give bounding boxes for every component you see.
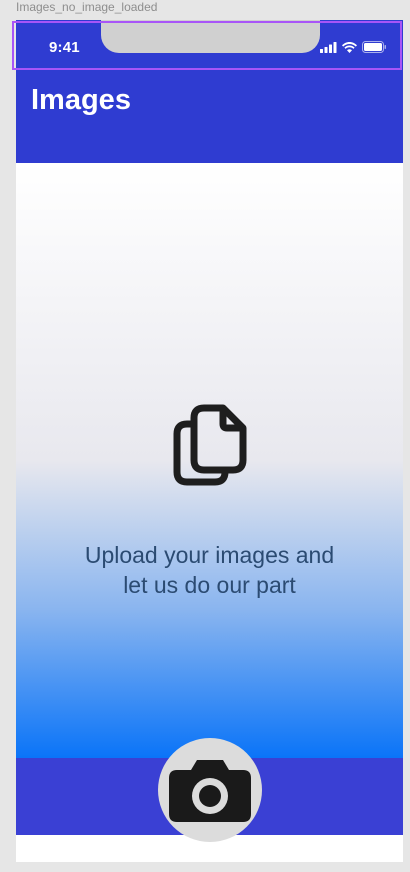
camera-button[interactable] <box>158 738 262 842</box>
frame-label: Images_no_image_loaded <box>16 0 158 14</box>
wifi-icon <box>342 41 357 53</box>
documents-icon <box>173 404 247 486</box>
empty-state: Upload your images and let us do our par… <box>16 163 403 758</box>
app-header: Images <box>16 70 403 163</box>
phone-screen: 9:41 Images Upload your images and let u… <box>16 20 403 862</box>
page-title: Images <box>31 84 131 116</box>
signal-icon <box>320 41 337 53</box>
upload-message: Upload your images and let us do our par… <box>16 540 403 600</box>
upload-message-line-2: let us do our part <box>123 572 296 598</box>
battery-icon <box>362 41 386 53</box>
status-bar: 9:41 <box>16 20 403 70</box>
status-time: 9:41 <box>49 39 80 56</box>
status-icons <box>320 41 387 53</box>
camera-icon <box>169 760 251 822</box>
upload-message-line-1: Upload your images and <box>84 542 335 568</box>
notch <box>101 20 320 53</box>
